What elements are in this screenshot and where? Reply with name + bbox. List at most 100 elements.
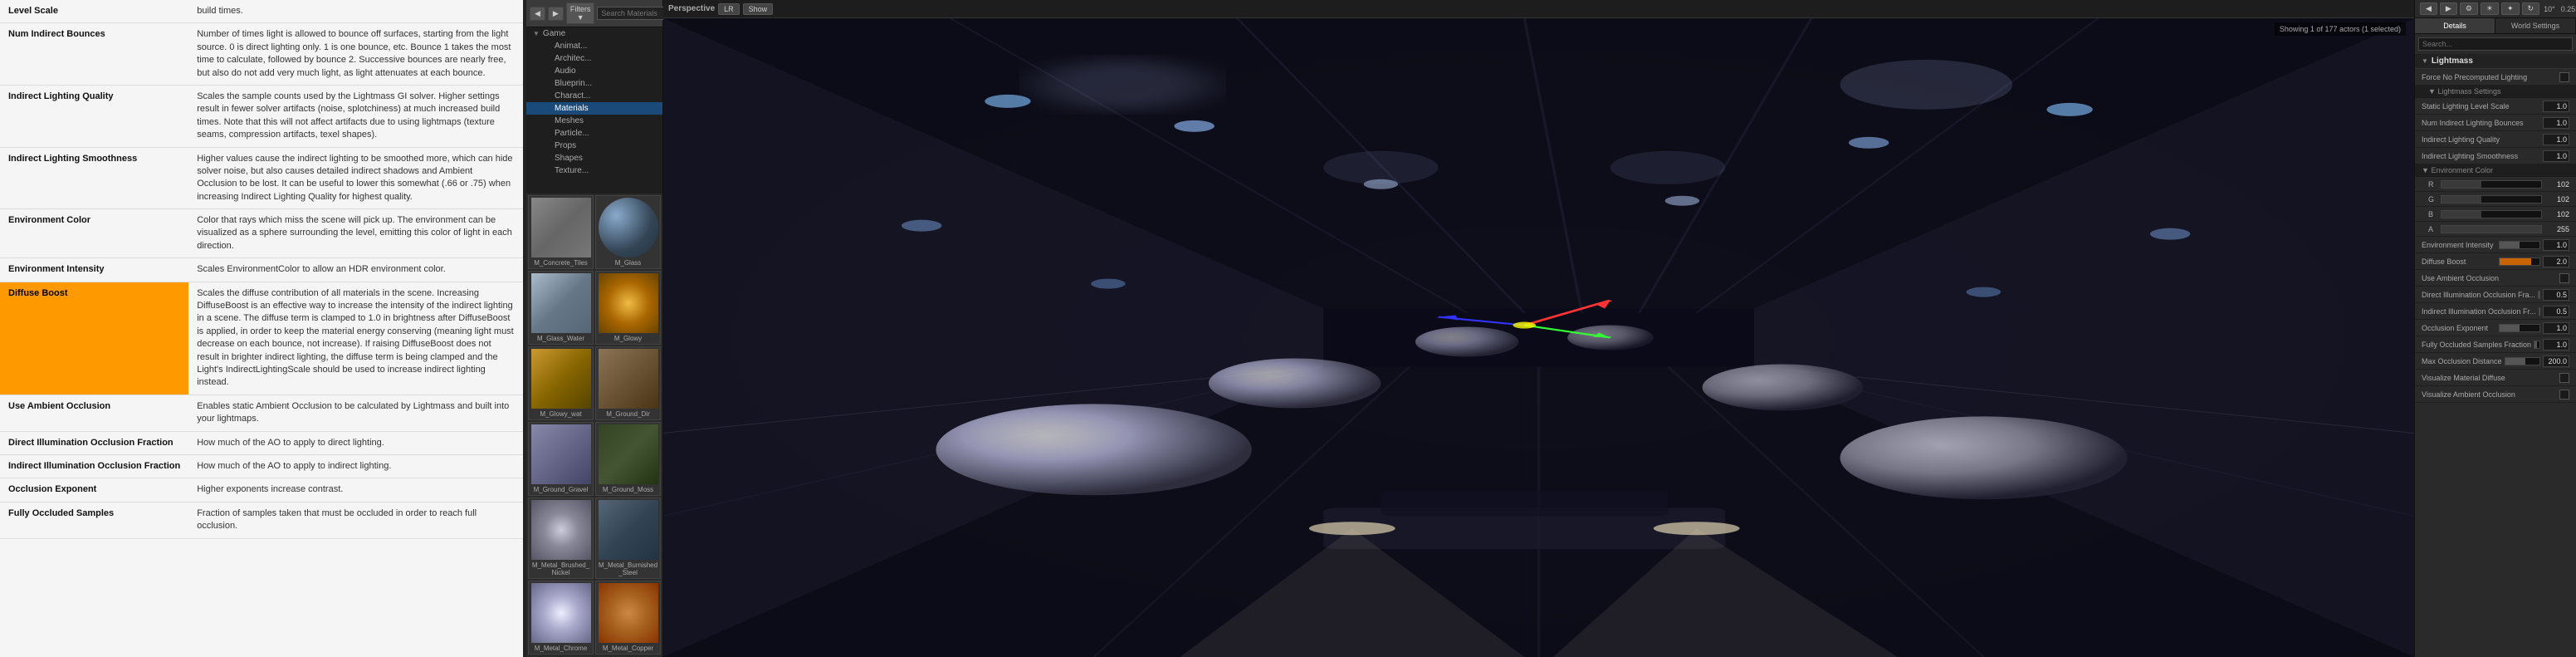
cb-tree-item[interactable]: Materials	[526, 102, 662, 115]
row-indirect-smoothness: Indirect Lighting Smoothness	[2415, 148, 2576, 164]
cb-filters-btn[interactable]: Filters ▼	[566, 2, 595, 24]
env-bar-a[interactable]	[2441, 225, 2542, 233]
slider-row: Indirect Illumination Occlusion Fr...	[2415, 303, 2576, 320]
slider-fill	[2505, 358, 2526, 365]
input-indirect-bounces[interactable]	[2543, 117, 2569, 129]
cb-tree-item[interactable]: Props	[526, 140, 662, 152]
slider-bar[interactable]	[2499, 257, 2540, 266]
doc-row-label: Environment Color	[0, 209, 188, 258]
cb-tree-item[interactable]: Meshes	[526, 115, 662, 127]
env-row-a: A 255	[2415, 222, 2576, 237]
tree-arrow-icon: ▼	[533, 30, 540, 37]
cb-tree-item[interactable]: Particle...	[526, 127, 662, 140]
cb-asset[interactable]: M_Metal_Brushed_Nickel	[528, 498, 594, 579]
env-bar-r[interactable]	[2441, 180, 2542, 189]
toolbar-btn-6[interactable]: ↻	[2522, 2, 2540, 15]
cb-tree-item[interactable]: Animat...	[526, 40, 662, 52]
toolbar-btn-2[interactable]: ▶	[2440, 2, 2457, 15]
slider-bar[interactable]	[2499, 324, 2540, 332]
slider-checkbox[interactable]	[2559, 373, 2569, 383]
toolbar-btn-3[interactable]: ⚙	[2460, 2, 2478, 15]
cb-tree-item[interactable]: Shapes	[526, 152, 662, 164]
cb-back-btn[interactable]: ◀	[530, 7, 545, 21]
slider-label: Direct Illumination Occlusion Fra...	[2422, 291, 2535, 299]
toolbar-btn-1[interactable]: ◀	[2420, 2, 2437, 15]
slider-value-input[interactable]	[2543, 256, 2569, 267]
cb-tree-item[interactable]: Charact...	[526, 90, 662, 102]
input-static-lighting-scale[interactable]	[2543, 101, 2569, 112]
asset-thumbnail	[599, 583, 658, 643]
env-label-a: A	[2428, 225, 2438, 233]
slider-bar[interactable]	[2538, 291, 2540, 299]
vp-lr-btn[interactable]: LR	[718, 3, 740, 15]
label-indirect-quality: Indirect Lighting Quality	[2422, 135, 2543, 144]
tree-item-label: Audio	[555, 66, 576, 76]
doc-row-text: Scales EnvironmentColor to allow an HDR …	[188, 258, 523, 282]
cb-tree-item[interactable]: ▼Game	[526, 27, 662, 40]
slider-value-input[interactable]	[2543, 355, 2569, 367]
toolbar-btn-4[interactable]: ☀	[2481, 2, 2499, 15]
tab-details[interactable]: Details	[2415, 18, 2495, 33]
slider-value-input[interactable]	[2543, 306, 2569, 317]
cb-tree-item[interactable]: Audio	[526, 65, 662, 77]
slider-bar[interactable]	[2534, 341, 2540, 349]
slider-value-input[interactable]	[2543, 289, 2569, 301]
cb-asset[interactable]: M_Ground_Gravel	[528, 422, 594, 496]
asset-name: M_Metal_Burnished_Steel	[598, 561, 658, 576]
cb-tree-item[interactable]: Architec...	[526, 52, 662, 65]
cb-forward-btn[interactable]: ▶	[548, 7, 564, 21]
details-search-input[interactable]	[2418, 37, 2573, 51]
slider-value-input[interactable]	[2543, 239, 2569, 251]
cb-grid: M_Concrete_TilesM_GlassM_Glass_WaterM_Gl…	[526, 194, 662, 657]
slider-checkbox[interactable]	[2559, 390, 2569, 400]
env-arrow: ▼	[2422, 166, 2429, 174]
cb-asset[interactable]: M_Ground_Moss	[595, 422, 661, 496]
tree-item-label: Materials	[555, 104, 589, 113]
row-indirect-bounces: Num Indirect Lighting Bounces	[2415, 115, 2576, 131]
cb-asset[interactable]: M_Glass_Water	[528, 271, 594, 345]
slider-bar[interactable]	[2539, 307, 2540, 316]
doc-panel: Level Scalebuild times.Num Indirect Boun…	[0, 0, 523, 657]
slider-bar[interactable]	[2505, 357, 2540, 365]
env-val-a: 255	[2544, 225, 2569, 233]
input-indirect-quality[interactable]	[2543, 134, 2569, 145]
slider-value-input[interactable]	[2543, 339, 2569, 351]
section-lightmass-header[interactable]: ▼ Lightmass	[2415, 54, 2576, 69]
asset-name: M_Metal_Brushed_Nickel	[530, 561, 591, 576]
slider-value-input[interactable]	[2543, 322, 2569, 334]
cb-tree-item[interactable]: Blueprin...	[526, 77, 662, 90]
cb-toolbar: ◀ ▶ Filters ▼	[526, 0, 662, 27]
details-tabs: Details World Settings	[2415, 18, 2576, 34]
cb-asset[interactable]: M_Metal_Chrome	[528, 581, 594, 655]
sub-header-env-color: ▼ Environment Color	[2415, 164, 2576, 177]
tab-world-settings[interactable]: World Settings	[2495, 18, 2576, 33]
cb-asset[interactable]: M_Glass	[595, 195, 661, 269]
doc-row-label: Indirect Lighting Smoothness	[0, 147, 188, 209]
tree-item-label: Meshes	[555, 116, 584, 125]
slider-checkbox[interactable]	[2559, 273, 2569, 283]
toolbar-btn-5[interactable]: ✦	[2501, 2, 2520, 15]
cb-asset[interactable]: M_Ground_Dir	[595, 346, 661, 420]
cb-asset[interactable]: M_Metal_Burnished_Steel	[595, 498, 661, 579]
env-bar-g[interactable]	[2441, 195, 2542, 203]
env-bar-b[interactable]	[2441, 210, 2542, 218]
section-lightmass: ▼ Lightmass Force No Precomputed Lightin…	[2415, 54, 2576, 403]
slider-fill	[2500, 242, 2520, 248]
cb-tree-item[interactable]: Texture...	[526, 164, 662, 177]
viewport[interactable]: Perspective LR Show	[663, 0, 2414, 657]
asset-thumbnail	[599, 424, 658, 484]
slider-label: Max Occlusion Distance	[2422, 357, 2502, 365]
doc-row-label: Indirect Lighting Quality	[0, 85, 188, 147]
vp-show-btn[interactable]: Show	[743, 3, 774, 15]
slider-bar[interactable]	[2499, 241, 2540, 249]
input-indirect-smoothness[interactable]	[2543, 150, 2569, 162]
checkbox-force-no-precomputed[interactable]	[2559, 72, 2569, 82]
slider-row: Diffuse Boost	[2415, 253, 2576, 270]
env-label: Environment Color	[2431, 166, 2493, 174]
cb-asset[interactable]: M_Metal_Copper	[595, 581, 661, 655]
cb-asset[interactable]: M_Glowy_wat	[528, 346, 594, 420]
cb-asset[interactable]: M_Concrete_Tiles	[528, 195, 594, 269]
env-label-b: B	[2428, 210, 2438, 218]
cb-asset[interactable]: M_Glowy	[595, 271, 661, 345]
details-search	[2415, 34, 2576, 54]
